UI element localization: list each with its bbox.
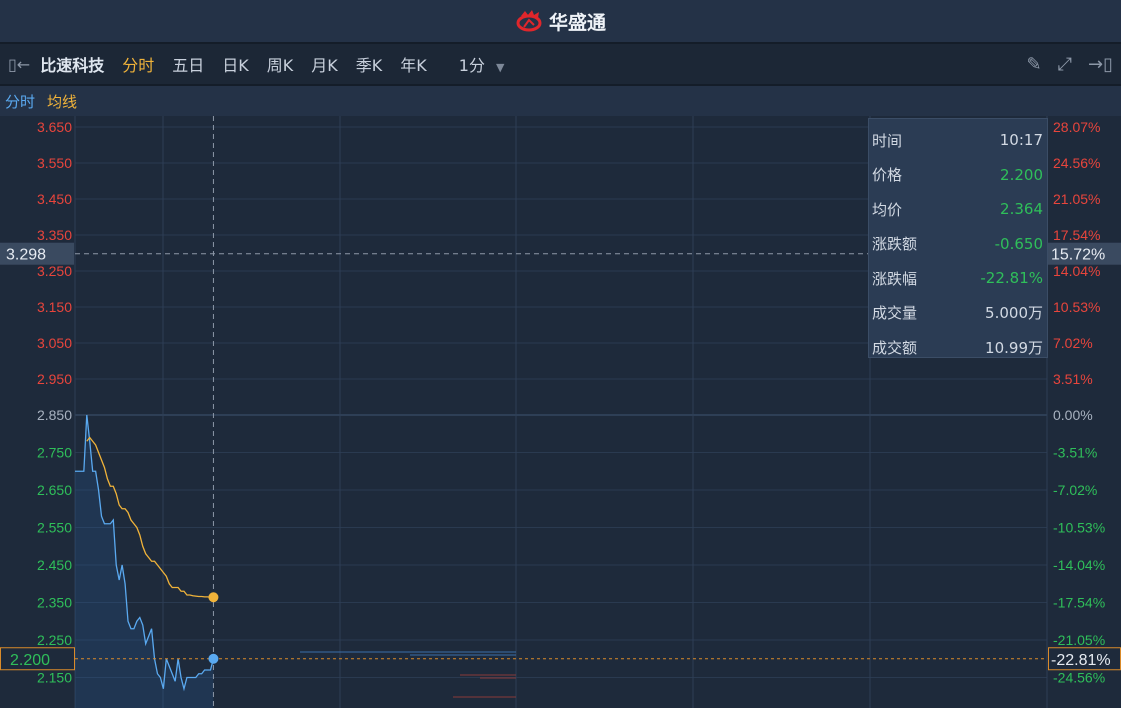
tab-quarterly-k[interactable]: 季K bbox=[356, 52, 383, 76]
tab-five-day[interactable]: 五日 bbox=[172, 52, 204, 76]
tooltip-label: 涨跌幅 bbox=[872, 269, 918, 288]
tooltip-panel: 时间 10:17 价格 2.200 均价 2.364 涨跌额 -0.650 涨跌幅 -22.81%… bbox=[868, 118, 1048, 358]
y-pct-tick-label: 7.02% bbox=[1053, 335, 1093, 351]
tab-intraday[interactable]: 分时 bbox=[122, 52, 154, 76]
y-pct-tick-label: -24.56% bbox=[1053, 670, 1105, 686]
price-area bbox=[75, 415, 214, 708]
logo-icon bbox=[516, 10, 542, 32]
y-tick-label: 3.250 bbox=[37, 263, 72, 279]
crosshair-pct-label: 15.72% bbox=[1051, 247, 1105, 264]
y-tick-label: 3.150 bbox=[37, 299, 72, 315]
y-pct-tick-label: -3.51% bbox=[1053, 445, 1097, 461]
y-pct-tick-label: 10.53% bbox=[1053, 299, 1100, 315]
y-pct-tick-label: -17.54% bbox=[1053, 595, 1105, 611]
tooltip-value: -0.650 bbox=[994, 234, 1043, 253]
tab-monthly-k[interactable]: 月K bbox=[311, 52, 338, 76]
chevron-down-icon: ▼ bbox=[496, 61, 505, 74]
collapse-left-icon[interactable]: ▯← bbox=[8, 55, 30, 74]
average-dot bbox=[208, 592, 219, 603]
y-tick-label: 3.050 bbox=[37, 335, 72, 351]
title-bar: 华盛通 bbox=[0, 0, 1121, 44]
y-pct-tick-label: -7.02% bbox=[1053, 482, 1097, 498]
y-tick-label: 2.550 bbox=[37, 520, 72, 536]
y-pct-tick-label: -10.53% bbox=[1053, 520, 1105, 536]
tooltip-value: 2.200 bbox=[1000, 165, 1043, 184]
legend-intraday: 分时 bbox=[5, 92, 36, 111]
last-price-label: 2.200 bbox=[10, 652, 50, 669]
tooltip-label: 价格 bbox=[872, 166, 903, 185]
y-pct-tick-label: 0.00% bbox=[1053, 407, 1093, 423]
y-tick-label: 3.650 bbox=[37, 119, 72, 135]
y-tick-label: 2.350 bbox=[37, 595, 72, 611]
y-tick-label: 2.650 bbox=[37, 482, 72, 498]
tooltip-label: 涨跌额 bbox=[872, 235, 918, 254]
tooltip-label: 成交额 bbox=[872, 338, 918, 357]
last-pct-label: -22.81% bbox=[1051, 652, 1111, 669]
tooltip-row: 均价 2.364 bbox=[872, 192, 1043, 227]
pencil-icon[interactable]: ✎ bbox=[1027, 54, 1042, 75]
tooltip-value: -22.81% bbox=[980, 269, 1043, 288]
y-pct-tick-label: 3.51% bbox=[1053, 371, 1093, 387]
tab-daily-k[interactable]: 日K bbox=[222, 52, 249, 76]
stock-name: 比速科技 bbox=[40, 56, 105, 75]
y-pct-tick-label: 24.56% bbox=[1053, 155, 1100, 171]
crosshair-price-label: 3.298 bbox=[6, 247, 46, 264]
toolbar: ▯← 比速科技 分时 五日 日K 周K 月K 季K 年K 1分 ▼ ✎ ⤢ →▯ bbox=[0, 44, 1121, 86]
legend-bar: 分时 均线 bbox=[0, 86, 1121, 116]
tooltip-row: 成交额 10.99万 bbox=[872, 330, 1043, 365]
tooltip-label: 成交量 bbox=[872, 304, 918, 323]
y-tick-label: 2.450 bbox=[37, 557, 72, 573]
tab-weekly-k[interactable]: 周K bbox=[267, 52, 294, 76]
y-pct-tick-label: -14.04% bbox=[1053, 557, 1105, 573]
collapse-right-icon[interactable]: →▯ bbox=[1088, 54, 1113, 75]
interval-select[interactable]: 1分 ▼ bbox=[459, 52, 505, 76]
y-pct-tick-label: 14.04% bbox=[1053, 263, 1100, 279]
y-pct-tick-label: -21.05% bbox=[1053, 632, 1105, 648]
interval-value: 1分 bbox=[458, 56, 485, 75]
tooltip-row: 涨跌幅 -22.81% bbox=[872, 261, 1043, 296]
tooltip-value: 5.000万 bbox=[985, 304, 1043, 323]
y-tick-label: 3.450 bbox=[37, 191, 72, 207]
y-pct-tick-label: 21.05% bbox=[1053, 191, 1100, 207]
tooltip-label: 均价 bbox=[872, 200, 903, 219]
tooltip-label: 时间 bbox=[872, 131, 903, 150]
y-tick-label: 2.850 bbox=[37, 407, 72, 423]
fullscreen-icon[interactable]: ⤢ bbox=[1058, 54, 1072, 75]
legend-average: 均线 bbox=[47, 92, 78, 111]
tooltip-row: 时间 10:17 bbox=[872, 123, 1043, 158]
tooltip-row: 成交量 5.000万 bbox=[872, 296, 1043, 331]
tooltip-value: 10.99万 bbox=[985, 338, 1043, 357]
brand-logo: 华盛通 bbox=[515, 8, 606, 35]
y-tick-label: 2.950 bbox=[37, 371, 72, 387]
y-tick-label: 2.250 bbox=[37, 632, 72, 648]
y-tick-label: 3.350 bbox=[37, 227, 72, 243]
y-tick-label: 2.750 bbox=[37, 445, 72, 461]
y-tick-label: 3.550 bbox=[37, 155, 72, 171]
tooltip-row: 价格 2.200 bbox=[872, 158, 1043, 193]
tooltip-value: 10:17 bbox=[999, 131, 1043, 150]
y-pct-tick-label: 17.54% bbox=[1053, 227, 1100, 243]
brand-name: 华盛通 bbox=[548, 11, 606, 34]
y-tick-label: 2.150 bbox=[37, 670, 72, 686]
tooltip-value: 2.364 bbox=[1000, 200, 1043, 219]
tooltip-row: 涨跌额 -0.650 bbox=[872, 227, 1043, 262]
price-dot bbox=[208, 653, 219, 664]
tab-yearly-k[interactable]: 年K bbox=[400, 52, 427, 76]
y-pct-tick-label: 28.07% bbox=[1053, 119, 1100, 135]
